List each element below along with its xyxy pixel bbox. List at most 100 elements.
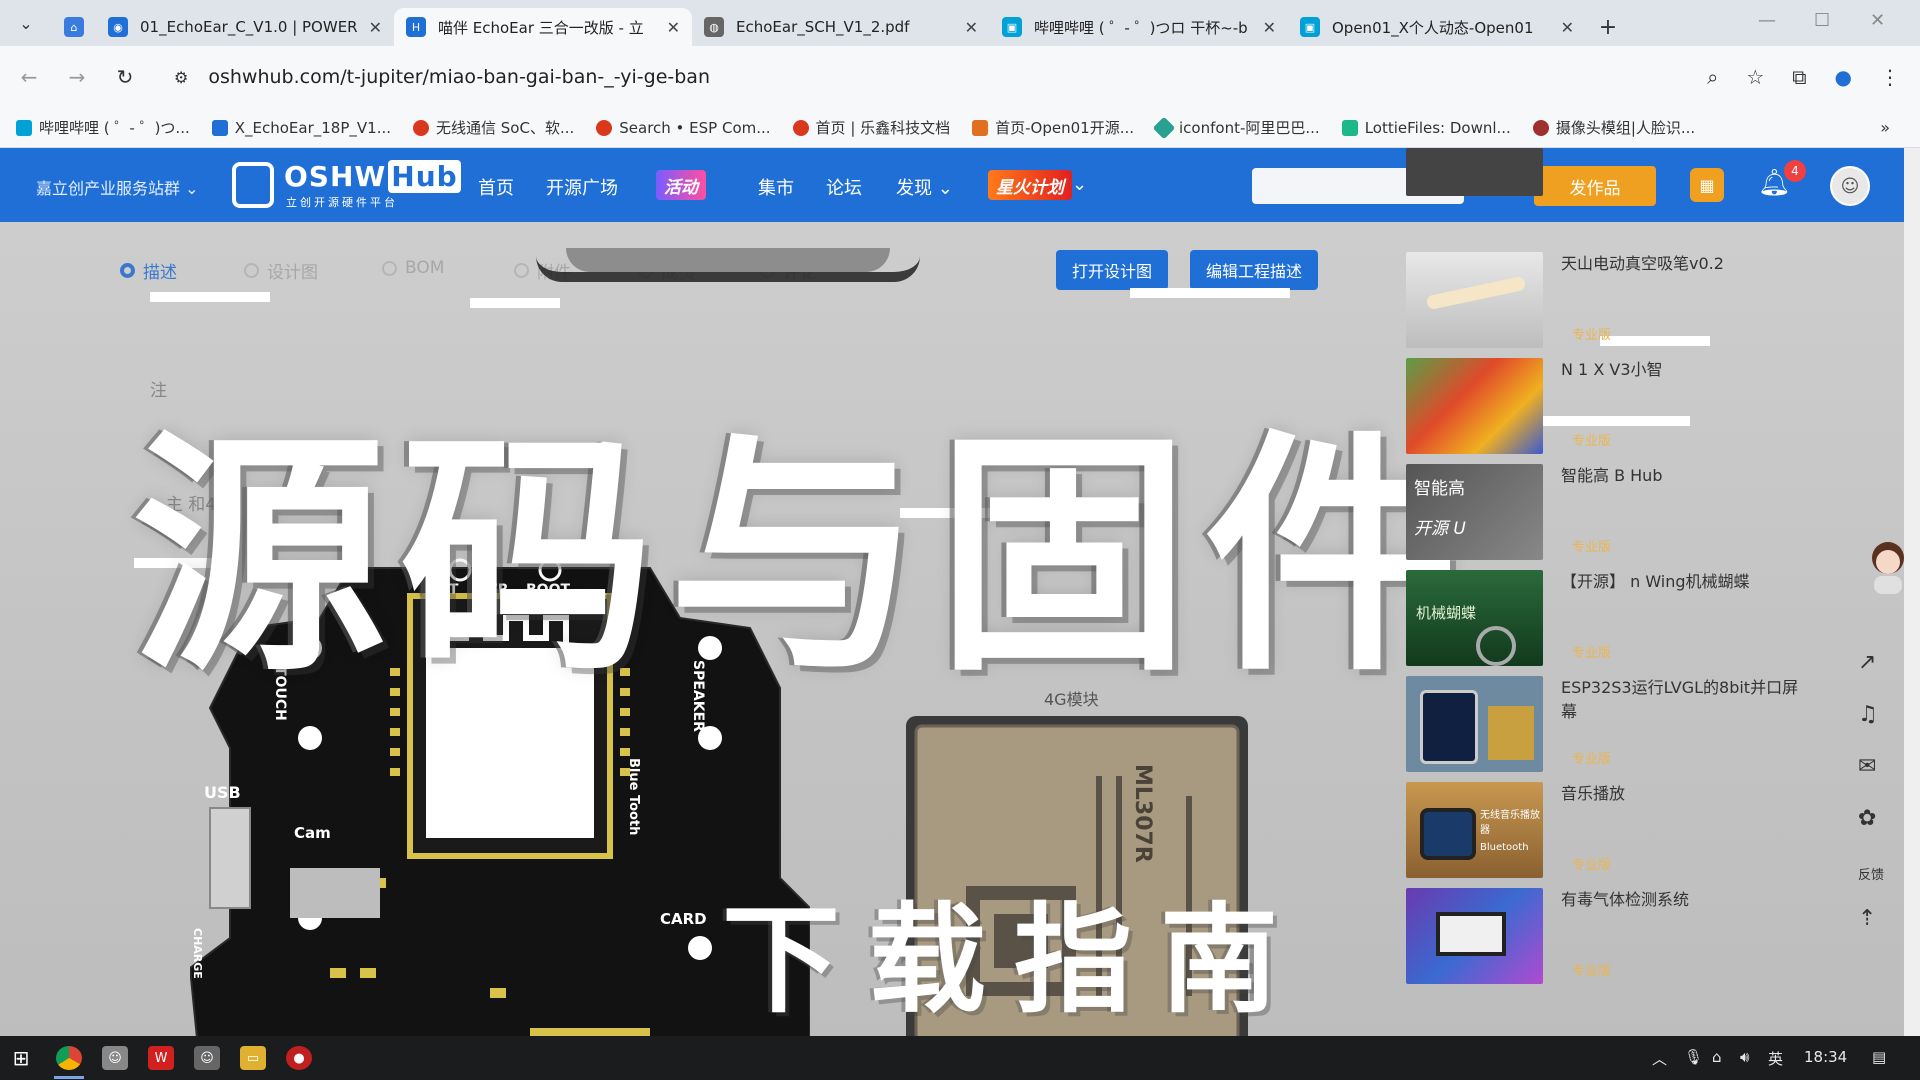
wps-icon[interactable]: W <box>148 1046 174 1070</box>
extensions-icon[interactable]: ⧉ <box>1792 65 1806 89</box>
window-close-icon[interactable]: ✕ <box>1870 10 1885 31</box>
share-icon[interactable]: ↗ <box>1858 650 1876 675</box>
chat-icon[interactable]: ✉ <box>1858 754 1876 779</box>
oshwhub-logo[interactable]: OSHW Hub 立创开源硬件平台 <box>232 160 461 210</box>
bookmark-item[interactable]: Search • ESP Com... <box>596 119 771 137</box>
publish-button[interactable]: 发作品 <box>1534 166 1656 206</box>
browser-tab-3[interactable]: ◍ EchoEar_SCH_V1_2.pdf ✕ <box>692 8 990 46</box>
service-station-select[interactable]: 嘉立创产业服务站群 ⌄ <box>36 175 199 199</box>
clock-time[interactable]: 18:34 <box>1804 1048 1847 1066</box>
app-icon[interactable]: ☺ <box>102 1046 128 1070</box>
bookmark-label: 首页 | 乐鑫科技文档 <box>815 119 951 137</box>
reload-icon[interactable]: ↻ <box>106 65 144 89</box>
tab-close-icon[interactable]: ✕ <box>1561 18 1574 37</box>
project-thumbnail[interactable]: 机械蝴蝶 <box>1406 570 1543 666</box>
project-title[interactable]: 【开源】 n Wing机械蝴蝶 <box>1561 570 1811 594</box>
browser-tab-pinned[interactable]: ⌂ <box>52 8 96 46</box>
back-to-top-icon[interactable]: ⇡ <box>1858 906 1876 931</box>
bookmark-item[interactable]: 首页 | 乐鑫科技文档 <box>792 117 951 138</box>
project-title[interactable]: 智能高 B Hub <box>1561 464 1811 488</box>
browser-tab-2-active[interactable]: H 喵伴 EchoEar 三合一改版 - 立 ✕ <box>394 8 692 46</box>
description-fragment: 注 <box>150 381 167 401</box>
tab-bom[interactable]: BOM <box>382 258 444 278</box>
project-title[interactable]: 天山电动真空吸笔v0.2 <box>1561 252 1811 276</box>
bookmark-item[interactable]: iconfont-阿里巴巴... <box>1152 116 1320 139</box>
tab-search-chevron-icon[interactable]: ⌄ <box>0 0 52 46</box>
notification-count-badge: 4 <box>1784 160 1806 182</box>
app-icon[interactable]: ☺ <box>194 1046 220 1070</box>
tab-label: 描述 <box>143 263 177 283</box>
tab-close-icon[interactable]: ✕ <box>667 18 680 37</box>
tab-design[interactable]: 设计图 <box>244 258 318 283</box>
project-title[interactable]: 有毒气体检测系统 <box>1561 888 1811 912</box>
browser-tab-5[interactable]: ▣ Open01_X个人动态-Open01 ✕ <box>1288 8 1586 46</box>
feedback-label[interactable]: 反馈 <box>1858 864 1884 883</box>
zoom-icon[interactable]: ⌕ <box>1707 65 1718 89</box>
ime-indicator[interactable]: 英 <box>1768 1048 1783 1069</box>
forward-arrow-icon[interactable]: → <box>58 65 96 89</box>
edit-description-button[interactable]: 编辑工程描述 <box>1190 250 1318 290</box>
project-thumbnail[interactable] <box>1406 252 1543 348</box>
chrome-icon[interactable] <box>56 1046 82 1070</box>
back-arrow-icon[interactable]: ← <box>10 65 48 89</box>
volume-icon[interactable]: 🔊︎ <box>1740 1048 1749 1066</box>
gift-icon[interactable]: ▦ <box>1690 168 1724 202</box>
assistant-avatar-icon[interactable] <box>1866 538 1904 594</box>
windows-taskbar: ⊞ ☺ W ☺ ▭ ● ︿ 🎙︎ ⌂ 🔊︎ 英 18:34 ▤ <box>0 1036 1920 1080</box>
project-thumbnail[interactable] <box>1406 358 1543 454</box>
project-thumbnail[interactable]: 智能高 开源 U <box>1406 464 1543 560</box>
tab-description[interactable]: 描述 <box>120 258 177 283</box>
microphone-icon[interactable]: 🎙︎ <box>1684 1048 1703 1066</box>
url-field[interactable]: ⚙ oshwhub.com/t-jupiter/miao-ban-gai-ban… <box>174 66 710 88</box>
bookmark-item[interactable]: 摄像头模组|人脸识... <box>1532 117 1695 138</box>
project-title[interactable]: N 1 X V3小智 <box>1561 358 1811 382</box>
browser-tab-4[interactable]: ▣ 哔哩哔哩 ( ゜- ゜)つロ 干杯~-b ✕ <box>990 8 1288 46</box>
tab-close-icon[interactable]: ✕ <box>1263 18 1276 37</box>
tab-close-icon[interactable]: ✕ <box>369 18 382 37</box>
bookmark-star-icon[interactable]: ☆ <box>1746 65 1764 89</box>
new-tab-button[interactable]: + <box>1586 8 1630 46</box>
bilibili-favicon-icon: ▣ <box>1300 17 1320 37</box>
bookmark-item[interactable]: LottieFiles: Downl... <box>1341 119 1511 137</box>
page-scrollbar[interactable] <box>1904 148 1920 1036</box>
user-avatar[interactable]: ☺ <box>1830 166 1870 206</box>
radio-icon <box>244 263 259 278</box>
maximize-icon[interactable]: ☐ <box>1814 10 1830 31</box>
project-title[interactable]: 音乐播放 <box>1561 782 1811 806</box>
nav-xinghuo-badge[interactable]: 星火计划 <box>988 170 1072 200</box>
recorder-icon[interactable]: ● <box>286 1046 312 1070</box>
bookmark-item[interactable]: 无线通信 SoC、软... <box>413 117 574 138</box>
windows-start-icon[interactable]: ⊞ <box>8 1046 34 1070</box>
project-thumbnail[interactable] <box>1406 676 1543 772</box>
nav-home[interactable]: 首页 <box>478 174 514 200</box>
browser-menu-icon[interactable]: ⋮ <box>1880 65 1900 89</box>
nav-market[interactable]: 集市 <box>758 174 794 200</box>
bookmark-item[interactable]: X_EchoEar_18P_V1... <box>211 119 391 137</box>
browser-tab-1[interactable]: ◉ 01_EchoEar_C_V1.0 | POWER ✕ <box>96 8 394 46</box>
nav-activity-badge[interactable]: 活动 <box>656 170 706 200</box>
bookmark-item[interactable]: 首页-Open01开源... <box>972 117 1134 138</box>
site-info-icon[interactable]: ⚙ <box>174 68 188 87</box>
headset-icon[interactable]: ♫ <box>1858 702 1878 727</box>
project-thumbnail[interactable]: 无线音乐播放器 Bluetooth <box>1406 782 1543 878</box>
tab-close-icon[interactable]: ✕ <box>965 18 978 37</box>
nav-discover[interactable]: 发现 ⌄ <box>896 174 953 200</box>
notification-center-icon[interactable]: ▤ <box>1872 1048 1886 1066</box>
open-design-button[interactable]: 打开设计图 <box>1056 250 1168 290</box>
project-title[interactable]: ESP32S3运行LVGL的8bit并口屏幕 <box>1561 676 1811 724</box>
file-explorer-icon[interactable]: ▭ <box>240 1046 266 1070</box>
bookmarks-overflow-icon[interactable]: » <box>1880 118 1890 137</box>
project-thumbnail[interactable] <box>1406 888 1543 984</box>
gear-shape <box>1476 626 1516 666</box>
bookmark-item[interactable]: 哔哩哔哩 ( ゜- ゜)つ... <box>16 117 190 138</box>
minimize-icon[interactable]: — <box>1758 10 1776 31</box>
profile-icon[interactable]: ● <box>1835 65 1852 89</box>
tray-chevron-icon[interactable]: ︿ <box>1652 1048 1667 1069</box>
nav-open-square[interactable]: 开源广场 <box>546 174 618 200</box>
pro-tag: 专业版 <box>1572 752 1612 767</box>
nav-forum[interactable]: 论坛 <box>826 174 862 200</box>
settings-icon[interactable]: ✿ <box>1858 806 1876 831</box>
network-icon[interactable]: ⌂ <box>1712 1048 1722 1066</box>
xinghuo-chevron-down-icon[interactable]: ⌄ <box>1072 174 1087 195</box>
project-thumbnail[interactable] <box>1406 148 1543 196</box>
